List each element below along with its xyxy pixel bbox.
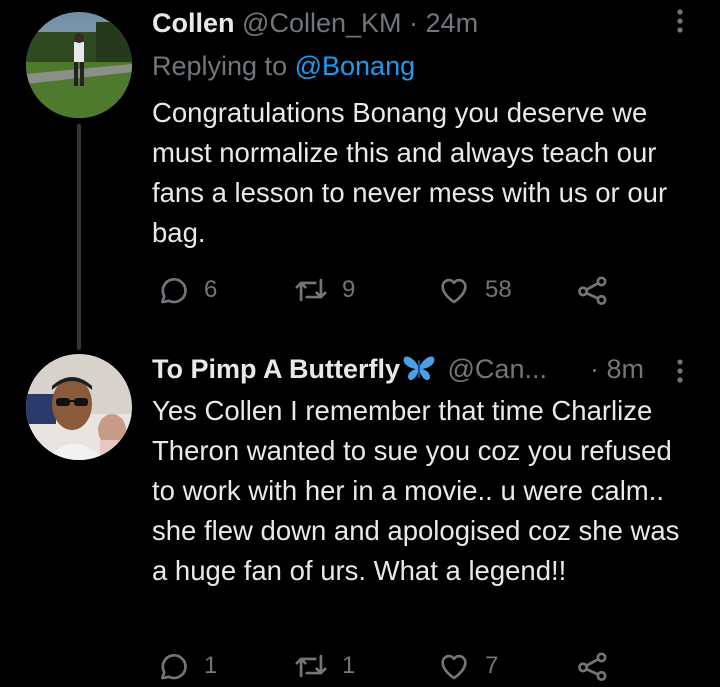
tweet-header: Collen @Collen_KM · 24m [152, 6, 690, 40]
separator-dot: · [409, 8, 419, 38]
tweet-collen[interactable]: Collen @Collen_KM · 24m Replying to @Bon… [0, 0, 720, 350]
replying-prefix: Replying to [152, 51, 288, 81]
display-name[interactable]: Collen [152, 8, 235, 38]
tweet-actions: 6 9 58 [152, 270, 652, 310]
more-icon[interactable] [676, 358, 684, 388]
retweet-button[interactable]: 9 [294, 270, 355, 310]
like-count: 58 [485, 276, 512, 303]
more-icon[interactable] [676, 8, 684, 38]
tweet-to-pimp-a-butterfly[interactable]: To Pimp A Butterfly @Can... · 8m Yes Col… [0, 340, 720, 687]
separator-dot: · [590, 354, 599, 384]
share-icon [578, 652, 607, 681]
tweet-text: Congratulations Bonang you deserve we mu… [152, 97, 668, 248]
like-button[interactable]: 58 [437, 270, 512, 310]
display-name[interactable]: To Pimp A Butterfly [152, 354, 400, 384]
reply-count: 6 [204, 276, 218, 303]
handle[interactable]: @Can... [448, 354, 547, 384]
retweet-icon [295, 654, 327, 678]
retweet-icon [295, 278, 327, 302]
tweet-text: Yes Collen I remember that time Charlize… [152, 395, 680, 586]
reply-icon [161, 278, 187, 304]
mention-link[interactable]: @Bonang [295, 51, 416, 81]
share-button[interactable] [576, 270, 610, 310]
share-icon [578, 276, 607, 305]
heart-icon [441, 278, 467, 304]
reply-icon [161, 654, 187, 680]
avatar-to-pimp-a-butterfly[interactable] [26, 354, 132, 460]
like-count: 7 [485, 652, 499, 679]
timestamp[interactable]: 24m [426, 8, 479, 38]
heart-icon [441, 654, 467, 680]
timestamp[interactable]: 8m [607, 354, 645, 384]
avatar-collen[interactable] [26, 12, 132, 118]
tweet-actions: 1 1 7 [152, 646, 652, 686]
replying-to: Replying to @Bonang [152, 51, 415, 82]
share-button[interactable] [576, 646, 610, 686]
tweet-header: To Pimp A Butterfly @Can... [152, 352, 660, 390]
reply-count: 1 [204, 652, 218, 679]
reply-button[interactable]: 6 [156, 270, 217, 310]
reply-button[interactable]: 1 [156, 646, 217, 686]
retweet-count: 9 [342, 276, 356, 303]
retweet-button[interactable]: 1 [294, 646, 355, 686]
butterfly-emoji-icon [402, 354, 436, 390]
handle[interactable]: @Collen_KM [242, 8, 401, 38]
like-button[interactable]: 7 [437, 646, 498, 686]
thread-line [77, 124, 81, 350]
retweet-count: 1 [342, 652, 356, 679]
timestamp-group: · 8m [590, 352, 644, 386]
